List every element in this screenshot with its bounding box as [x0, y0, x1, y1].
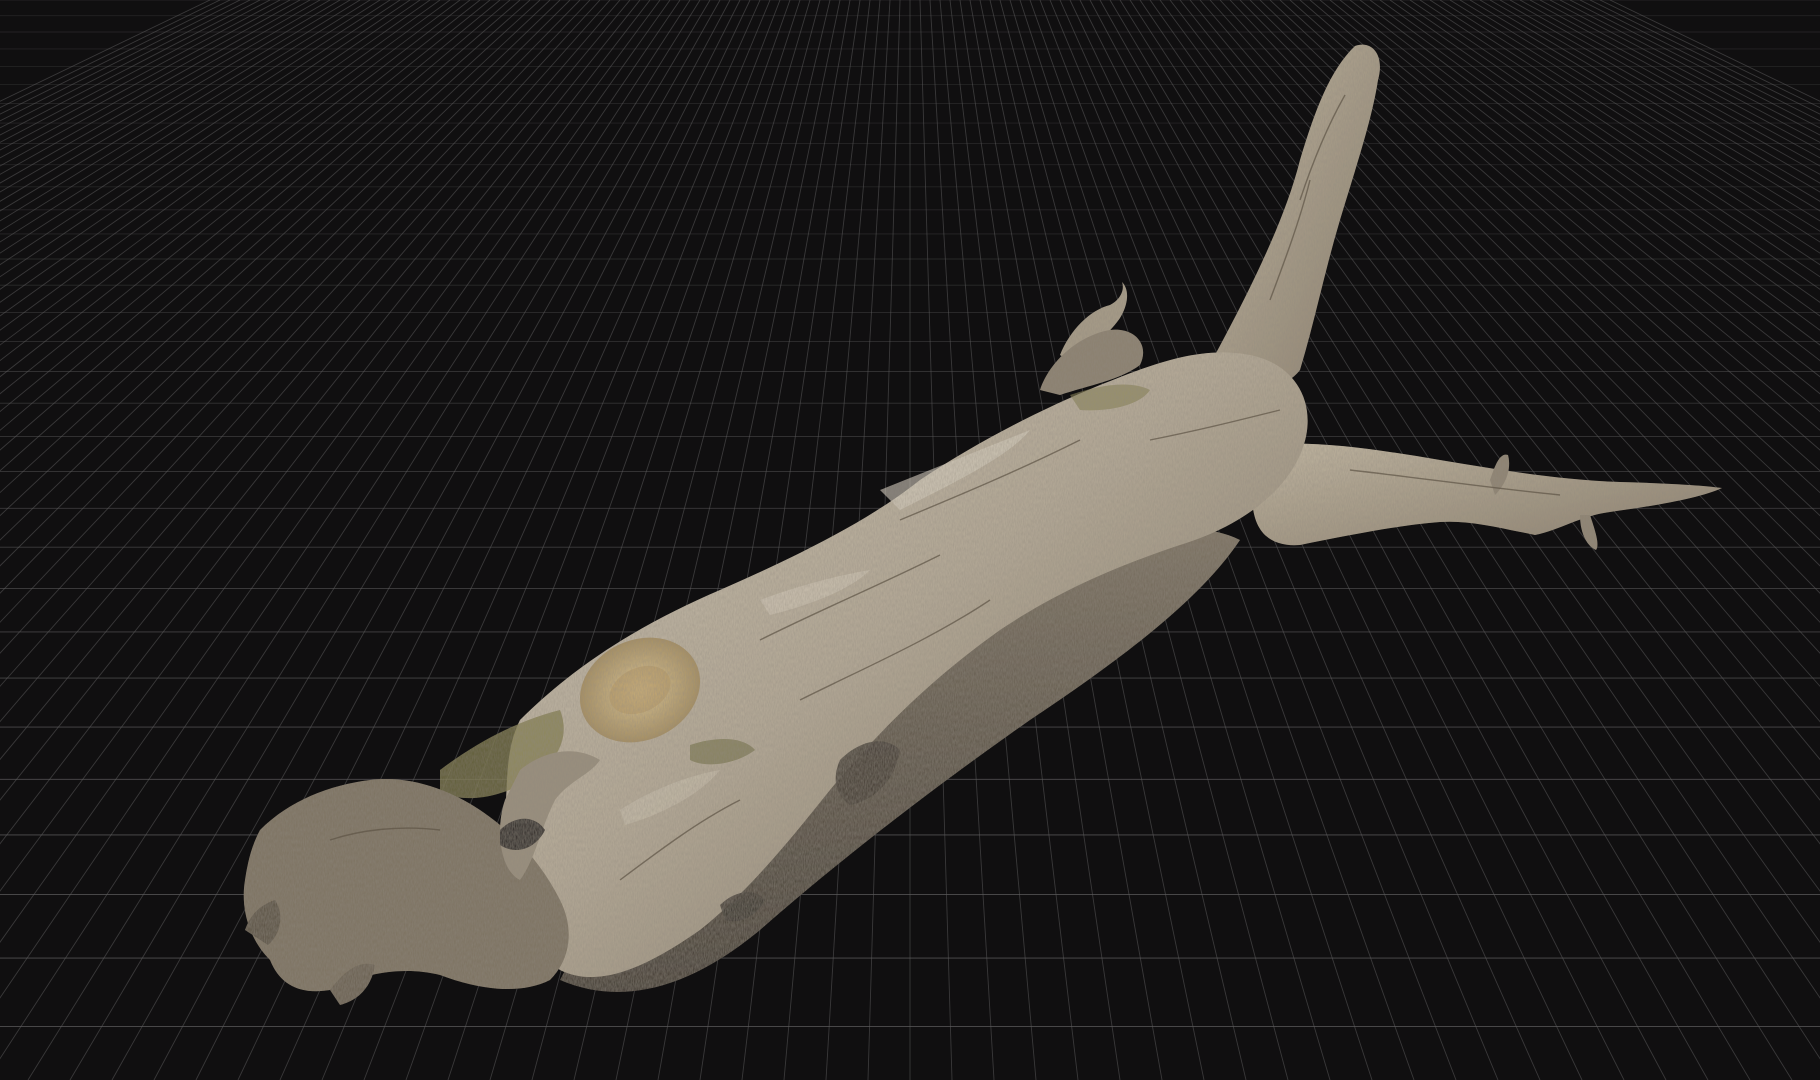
right-branch	[1252, 443, 1722, 546]
3d-viewport[interactable]	[0, 0, 1820, 1080]
driftwood-model[interactable]	[0, 0, 1820, 1080]
upper-branch	[1215, 44, 1380, 386]
right-branch-spur-2	[1580, 515, 1598, 550]
